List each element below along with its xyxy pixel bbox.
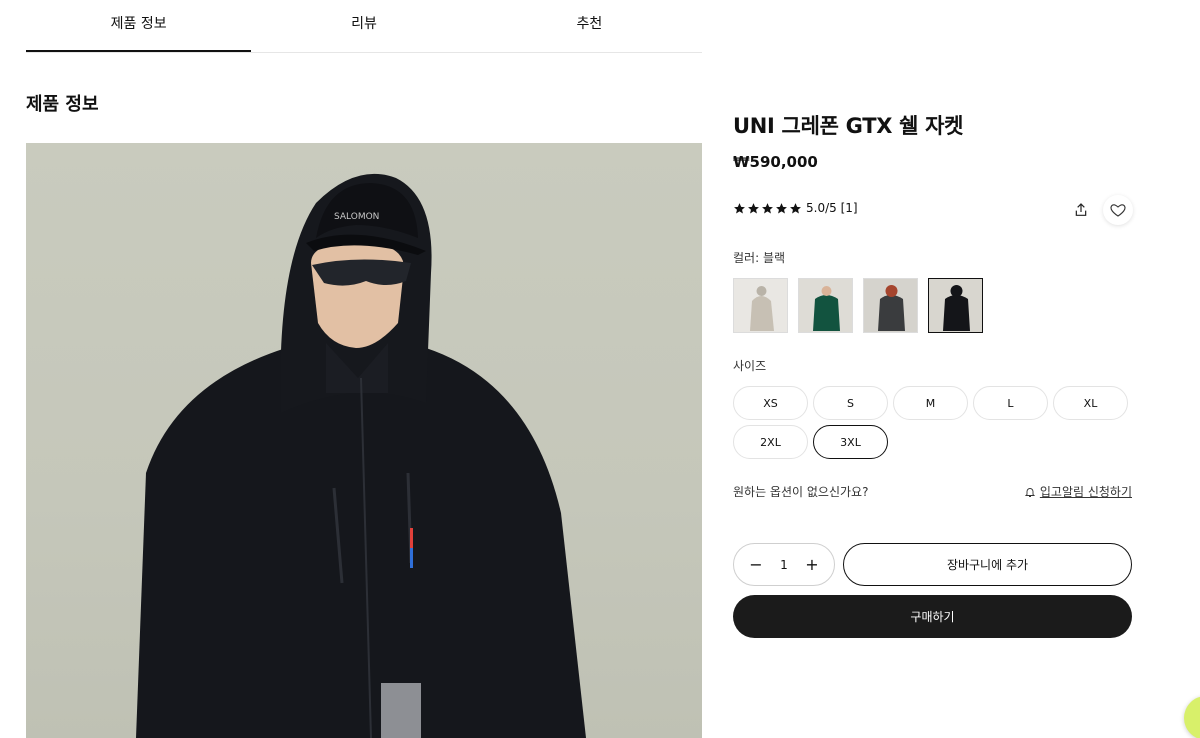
quantity-decrease-button[interactable]: − — [748, 555, 764, 574]
size-option-2xl[interactable]: 2XL — [733, 425, 808, 459]
size-options: XS S M L XL 2XL 3XL — [733, 386, 1133, 459]
size-option-l[interactable]: L — [973, 386, 1048, 420]
size-option-s[interactable]: S — [813, 386, 888, 420]
chat-widget-button[interactable] — [1184, 696, 1200, 738]
brand-logo-text: SALOMON — [334, 212, 379, 222]
color-swatch-black[interactable] — [928, 278, 983, 333]
tab-reviews[interactable]: 리뷰 — [251, 0, 476, 46]
color-swatches — [733, 278, 983, 333]
quantity-increase-button[interactable]: + — [804, 555, 820, 574]
tab-bar: 제품 정보 리뷰 추천 — [26, 0, 702, 53]
restock-alert-link[interactable]: 입고알림 신청하기 — [1024, 483, 1132, 500]
add-to-cart-button[interactable]: 장바구니에 추가 — [843, 543, 1132, 586]
size-option-xs[interactable]: XS — [733, 386, 808, 420]
product-title: UNI 그레폰 GTX 쉘 자켓 — [733, 114, 964, 138]
wishlist-button[interactable] — [1103, 195, 1133, 225]
section-title: 제품 정보 — [26, 94, 99, 115]
color-swatch-grey[interactable] — [863, 278, 918, 333]
bell-icon — [1024, 487, 1035, 497]
share-icon — [1075, 203, 1087, 216]
size-option-m[interactable]: M — [893, 386, 968, 420]
no-option-text: 원하는 옵션이 없으신가요? — [733, 485, 869, 499]
star-icon — [776, 202, 787, 213]
product-page: 제품 정보 리뷰 추천 제품 정보 SALOMON UNI 그레폰 GTX 쉘 … — [0, 0, 1200, 738]
quantity-stepper: − 1 + — [733, 543, 835, 586]
star-icon — [790, 202, 801, 213]
tab-product-info[interactable]: 제품 정보 — [26, 0, 252, 52]
restock-alert-label: 입고알림 신청하기 — [1039, 485, 1132, 499]
buy-now-button[interactable]: 구매하기 — [733, 595, 1132, 638]
quantity-value[interactable]: 1 — [780, 558, 788, 572]
heart-icon — [1110, 204, 1126, 217]
tab-recommendations[interactable]: 추천 — [477, 0, 702, 46]
share-button[interactable] — [1068, 197, 1094, 223]
color-swatch-beige[interactable] — [733, 278, 788, 333]
rating: 5.0/5 [1] — [733, 201, 858, 215]
color-label: 컬러: 블랙 — [733, 251, 786, 265]
star-icon — [734, 202, 745, 213]
product-price: ₩590,000 — [733, 153, 818, 171]
size-option-xl[interactable]: XL — [1053, 386, 1128, 420]
size-option-3xl[interactable]: 3XL — [813, 425, 888, 459]
star-icon — [748, 202, 759, 213]
color-swatch-green[interactable] — [798, 278, 853, 333]
rating-text[interactable]: 5.0/5 [1] — [806, 201, 858, 215]
size-label: 사이즈 — [733, 359, 767, 373]
star-icon — [762, 202, 773, 213]
product-photo: SALOMON — [26, 143, 702, 738]
